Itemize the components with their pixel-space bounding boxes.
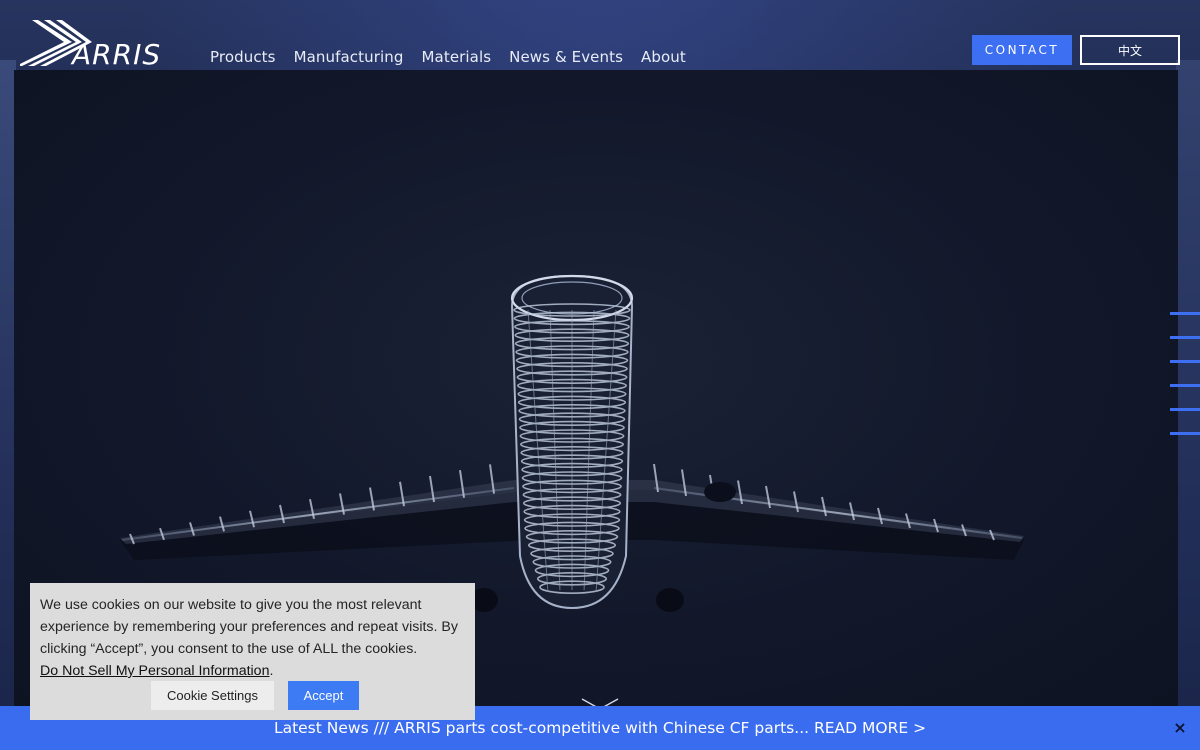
accept-cookies-button[interactable]: Accept: [288, 681, 359, 710]
logo-wordmark: ARRIS: [70, 38, 161, 66]
slide-indicator-bar[interactable]: [1170, 432, 1200, 435]
contact-button[interactable]: CONTACT: [972, 35, 1072, 65]
slide-indicator-bar[interactable]: [1170, 384, 1200, 387]
slide-indicator-bar[interactable]: [1170, 408, 1200, 411]
nav-about[interactable]: About: [641, 48, 686, 66]
close-icon[interactable]: ×: [1170, 717, 1190, 737]
cookie-actions: Cookie Settings Accept: [30, 681, 475, 710]
cookie-consent-banner: We use cookies on our website to give yo…: [30, 583, 475, 720]
nav-manufacturing[interactable]: Manufacturing: [294, 48, 404, 66]
slide-indicator: [1170, 312, 1200, 456]
arris-logo[interactable]: ARRIS: [20, 20, 172, 66]
main-nav: Products Manufacturing Materials News & …: [210, 48, 686, 66]
nav-news-events[interactable]: News & Events: [509, 48, 623, 66]
cookie-period: .: [269, 663, 274, 679]
slide-indicator-bar[interactable]: [1170, 312, 1200, 315]
cookie-message: We use cookies on our website to give yo…: [40, 594, 465, 682]
slide-indicator-bar[interactable]: [1170, 336, 1200, 339]
news-banner-link[interactable]: Latest News /// ARRIS parts cost-competi…: [274, 719, 926, 737]
do-not-sell-link[interactable]: Do Not Sell My Personal Information: [40, 663, 269, 679]
cookie-message-text: We use cookies on our website to give yo…: [40, 597, 458, 657]
slide-indicator-bar[interactable]: [1170, 360, 1200, 363]
nav-products[interactable]: Products: [210, 48, 276, 66]
cookie-settings-button[interactable]: Cookie Settings: [151, 681, 274, 710]
nav-materials[interactable]: Materials: [422, 48, 492, 66]
language-toggle-button[interactable]: 中文: [1080, 35, 1180, 65]
